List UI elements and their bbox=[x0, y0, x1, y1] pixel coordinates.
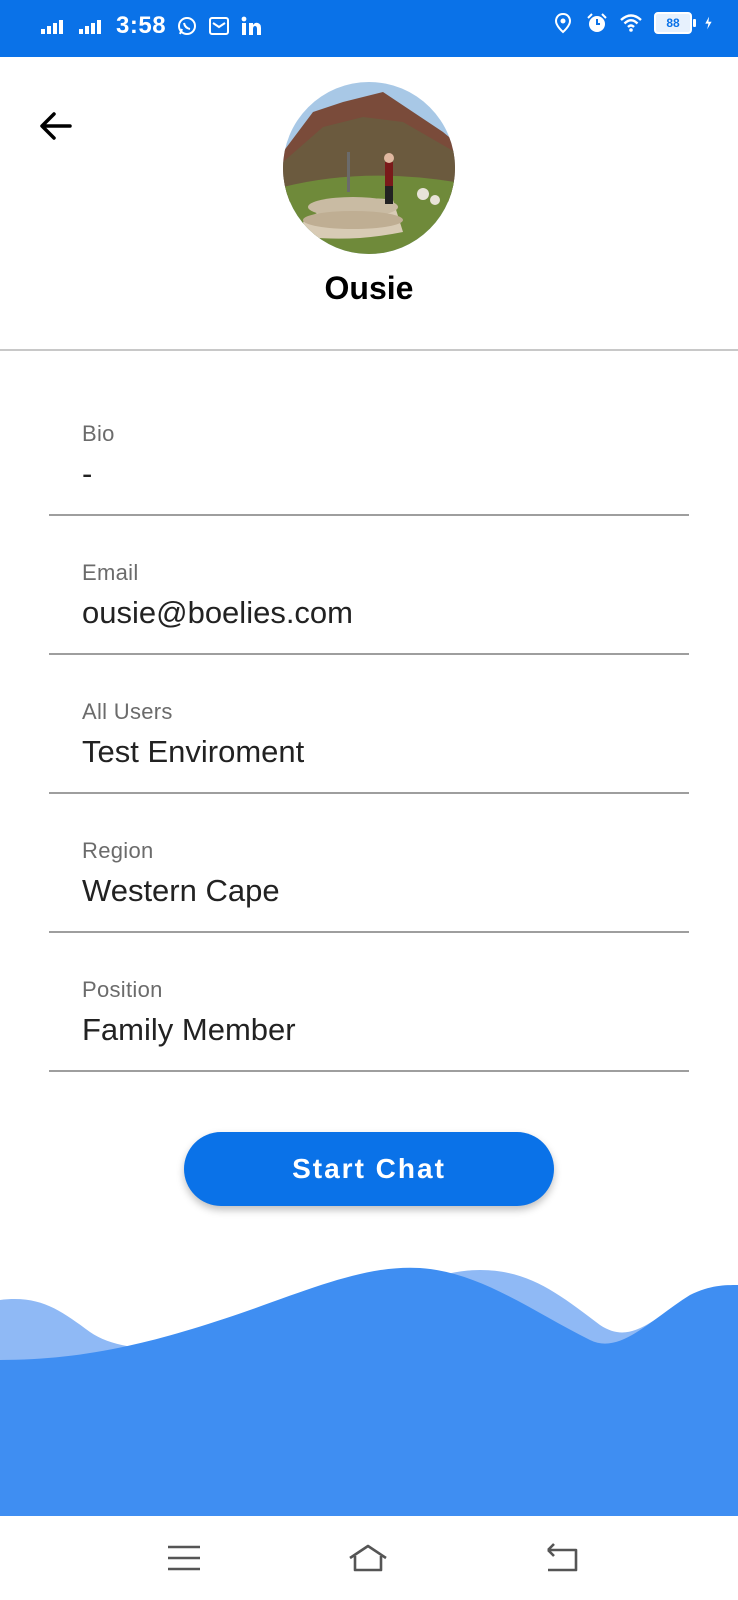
position-label: Position bbox=[82, 977, 163, 1002]
header-divider bbox=[0, 349, 738, 351]
mail-icon bbox=[209, 17, 230, 35]
all-users-field: All Users Test Enviroment bbox=[49, 654, 689, 794]
bio-label: Bio bbox=[82, 421, 115, 446]
position-value: Family Member bbox=[82, 1012, 296, 1047]
wifi-icon bbox=[620, 14, 642, 32]
system-nav-bar bbox=[0, 1516, 738, 1600]
back-nav-icon[interactable] bbox=[540, 1536, 584, 1580]
clock: 3:58 bbox=[116, 12, 167, 39]
signal-icon bbox=[41, 20, 63, 34]
linkedin-icon bbox=[241, 16, 262, 35]
bio-field: Bio - bbox=[49, 376, 689, 516]
email-label: Email bbox=[82, 560, 139, 585]
region-value: Western Cape bbox=[82, 873, 280, 908]
region-label: Region bbox=[82, 838, 154, 863]
status-bar: 3:58 88 bbox=[0, 0, 738, 57]
signal-icon bbox=[79, 20, 101, 34]
email-field: Email ousie@boelies.com bbox=[49, 515, 689, 655]
region-field: Region Western Cape bbox=[49, 793, 689, 933]
battery-icon: 88 bbox=[654, 12, 696, 34]
all-users-label: All Users bbox=[82, 699, 173, 724]
position-field: Position Family Member bbox=[49, 932, 689, 1072]
location-icon bbox=[554, 12, 572, 34]
profile-avatar[interactable] bbox=[283, 82, 455, 254]
whatsapp-icon bbox=[178, 17, 197, 35]
profile-photo bbox=[283, 82, 455, 254]
all-users-value: Test Enviroment bbox=[82, 734, 305, 769]
menu-icon[interactable] bbox=[162, 1536, 206, 1580]
charging-icon bbox=[705, 16, 712, 30]
decorative-wave bbox=[0, 1267, 738, 1516]
start-chat-button[interactable]: Start Chat bbox=[184, 1132, 554, 1206]
home-icon[interactable] bbox=[346, 1536, 390, 1580]
back-arrow-icon[interactable] bbox=[34, 104, 78, 148]
bio-value: - bbox=[82, 456, 93, 491]
alarm-icon bbox=[587, 13, 607, 32]
profile-name: Ousie bbox=[324, 270, 414, 306]
email-value: ousie@boelies.com bbox=[82, 595, 353, 630]
